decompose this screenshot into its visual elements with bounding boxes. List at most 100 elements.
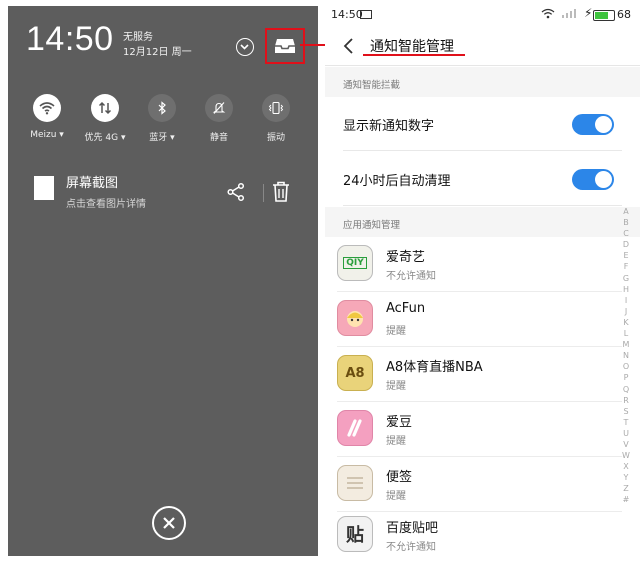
qs-bluetooth[interactable]: 蓝牙 ▾ bbox=[132, 94, 192, 143]
charging-icon: ⚡ bbox=[584, 6, 593, 20]
app-name: 爱奇艺 bbox=[386, 250, 426, 265]
notification-title: 屏幕截图 bbox=[66, 176, 119, 191]
carrier-label: 无服务 bbox=[123, 32, 153, 43]
alphabet-letter[interactable]: H bbox=[620, 284, 632, 295]
chevron-left-icon bbox=[343, 38, 353, 54]
trash-icon bbox=[273, 181, 289, 202]
show-count-toggle[interactable] bbox=[572, 114, 614, 135]
app-row-a8[interactable]: A8 A8体育直播NBA 提醒 bbox=[337, 347, 622, 402]
share-button[interactable] bbox=[226, 182, 246, 202]
carrier-date: 无服务 12月12日 周一 bbox=[123, 30, 192, 60]
qs-vibrate-label: 振动 bbox=[266, 133, 285, 143]
notes-app-icon bbox=[337, 465, 373, 501]
notification-settings-screen: 14:50 ⚡ 68 通知智能管理 通知智能拦截 显示新通知数字 24小时后自动… bbox=[325, 0, 640, 563]
app-row-aidou[interactable]: 爱豆 提醒 bbox=[337, 402, 622, 457]
alphabet-letter[interactable]: J bbox=[620, 306, 632, 317]
image-notification-icon bbox=[360, 10, 372, 19]
alphabet-letter[interactable]: A bbox=[620, 206, 632, 217]
chevron-down-icon bbox=[240, 44, 249, 50]
app-status: 不允许通知 bbox=[386, 271, 436, 282]
alphabet-letter[interactable]: L bbox=[620, 328, 632, 339]
title-highlight-underline bbox=[363, 54, 465, 56]
toggle-row-show-count: 显示新通知数字 bbox=[343, 97, 622, 151]
app-name: 便签 bbox=[386, 470, 413, 485]
screenshot-thumbnail bbox=[34, 176, 54, 200]
alphabet-letter[interactable]: O bbox=[620, 361, 632, 372]
toggle-label: 显示新通知数字 bbox=[343, 119, 435, 134]
app-row-acfun[interactable]: AcFun 提醒 bbox=[337, 292, 622, 347]
mute-icon bbox=[205, 94, 233, 122]
data-transfer-icon bbox=[91, 94, 119, 122]
vibrate-icon bbox=[262, 94, 290, 122]
battery-icon bbox=[593, 10, 615, 21]
alphabet-letter[interactable]: E bbox=[620, 250, 632, 261]
expand-button[interactable] bbox=[236, 38, 254, 56]
alphabet-letter[interactable]: U bbox=[620, 428, 632, 439]
status-time: 14:50 bbox=[331, 8, 363, 21]
a8-app-icon: A8 bbox=[337, 355, 373, 391]
page-title: 通知智能管理 bbox=[370, 39, 454, 55]
app-name: AcFun bbox=[386, 301, 426, 316]
alphabet-letter[interactable]: N bbox=[620, 350, 632, 361]
alphabet-letter[interactable]: R bbox=[620, 395, 632, 406]
alphabet-letter[interactable]: Y bbox=[620, 472, 632, 483]
aidou-app-icon bbox=[337, 410, 373, 446]
back-button[interactable] bbox=[339, 34, 359, 58]
alphabet-letter[interactable]: K bbox=[620, 317, 632, 328]
notification-subtitle: 点击查看图片详情 bbox=[66, 199, 146, 210]
qs-vibrate[interactable]: 振动 bbox=[246, 94, 306, 143]
a8-icon-text: A8 bbox=[345, 365, 365, 381]
toggle-knob bbox=[595, 171, 612, 188]
alphabet-letter[interactable]: S bbox=[620, 406, 632, 417]
app-status: 不允许通知 bbox=[386, 542, 436, 553]
page-header: 通知智能管理 bbox=[325, 28, 640, 66]
acfun-app-icon bbox=[337, 300, 373, 336]
alphabet-letter[interactable]: C bbox=[620, 228, 632, 239]
share-icon bbox=[227, 182, 245, 202]
alphabet-letter[interactable]: Z bbox=[620, 483, 632, 494]
inbox-icon bbox=[275, 39, 295, 53]
bluetooth-icon bbox=[148, 94, 176, 122]
alphabet-index[interactable]: A B C D E F G H I J K L M N O P Q R S T U V W X Y Z # bbox=[620, 206, 632, 506]
qs-mute[interactable]: 静音 bbox=[189, 94, 249, 143]
section-header-intercept: 通知智能拦截 bbox=[325, 67, 640, 97]
qs-mute-label: 静音 bbox=[209, 133, 228, 143]
delete-button[interactable] bbox=[272, 181, 290, 203]
iqiyi-app-icon: QIY bbox=[337, 245, 373, 281]
tieba-icon-text: 贴 bbox=[346, 525, 364, 546]
alphabet-letter[interactable]: T bbox=[620, 417, 632, 428]
app-row-tieba[interactable]: 贴 百度贴吧 不允许通知 bbox=[337, 508, 622, 563]
toggle-label: 24小时后自动清理 bbox=[343, 174, 451, 189]
alphabet-letter[interactable]: W bbox=[620, 450, 632, 461]
auto-clear-toggle[interactable] bbox=[572, 169, 614, 190]
alphabet-letter[interactable]: X bbox=[620, 461, 632, 472]
alphabet-letter[interactable]: I bbox=[620, 295, 632, 306]
qs-wifi-label-text: Meizu bbox=[30, 130, 57, 140]
notification-manager-button[interactable] bbox=[265, 28, 305, 64]
alphabet-letter[interactable]: V bbox=[620, 439, 632, 450]
close-icon bbox=[163, 517, 175, 529]
wifi-status-icon bbox=[541, 8, 555, 19]
wifi-icon bbox=[33, 94, 61, 122]
app-status: 提醒 bbox=[386, 436, 406, 447]
iqiyi-icon-text: QIY bbox=[343, 257, 367, 269]
alphabet-letter[interactable]: G bbox=[620, 273, 632, 284]
qs-wifi[interactable]: Meizu ▾ bbox=[17, 94, 77, 140]
tieba-app-icon: 贴 bbox=[337, 516, 373, 552]
app-row-notes[interactable]: 便签 提醒 bbox=[337, 457, 622, 512]
qs-bluetooth-label: 蓝牙 bbox=[149, 133, 168, 143]
alphabet-letter[interactable]: F bbox=[620, 261, 632, 272]
qs-mobile-data[interactable]: 优先 4G ▾ bbox=[75, 94, 135, 143]
notification-shade: 14:50 无服务 12月12日 周一 Meizu ▾ 优先 4G ▾ 蓝牙 ▾… bbox=[8, 6, 318, 556]
alphabet-letter[interactable]: D bbox=[620, 239, 632, 250]
section-header-apps: 应用通知管理 bbox=[325, 207, 640, 237]
close-shade-button[interactable] bbox=[152, 506, 186, 540]
alphabet-letter[interactable]: M bbox=[620, 339, 632, 350]
alphabet-letter[interactable]: P bbox=[620, 372, 632, 383]
alphabet-letter[interactable]: B bbox=[620, 217, 632, 228]
alphabet-letter[interactable]: # bbox=[620, 494, 632, 505]
alphabet-letter[interactable]: Q bbox=[620, 384, 632, 395]
battery-percent: 68 bbox=[617, 8, 631, 21]
app-row-iqiyi[interactable]: QIY 爱奇艺 不允许通知 bbox=[337, 237, 622, 292]
action-divider bbox=[263, 184, 264, 202]
